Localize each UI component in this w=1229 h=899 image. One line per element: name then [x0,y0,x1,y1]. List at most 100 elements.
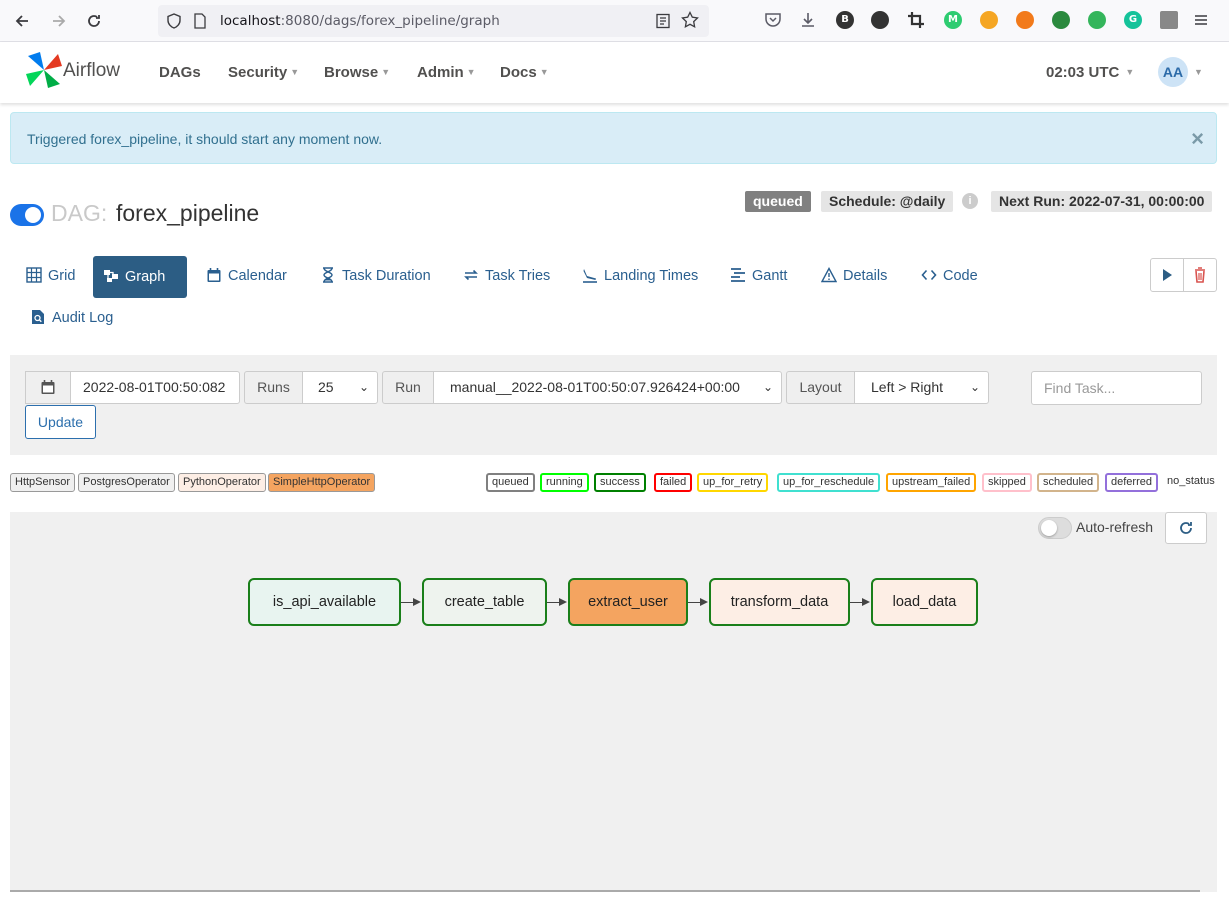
state-legend-item[interactable]: skipped [982,473,1032,492]
reader-view-icon[interactable] [655,13,671,29]
crop-extension-icon[interactable] [907,11,925,29]
state-legend-item[interactable]: queued [486,473,535,492]
menu-docs[interactable]: Docs ▼ [500,64,549,81]
pocket-icon[interactable] [764,11,782,29]
url-bar[interactable]: localhost:8080/dags/forex_pipeline/graph [158,5,709,37]
operator-legend-item[interactable]: SimpleHttpOperator [268,473,376,492]
task-node[interactable]: extract_user [568,578,688,626]
delete-dag-button[interactable] [1183,258,1217,292]
find-task-input[interactable] [1031,371,1202,405]
menu-browse[interactable]: Browse ▼ [324,64,390,81]
menu-dags[interactable]: DAGs [159,64,201,81]
task-node[interactable]: create_table [422,578,547,626]
chevron-down-icon: ⌄ [758,372,773,403]
tab-gantt[interactable]: Gantt [720,255,797,297]
brand-name[interactable]: Airflow [63,60,120,82]
grammarly-icon[interactable]: G [1124,11,1142,29]
airflow-logo-icon[interactable] [24,50,64,90]
arrow-right-icon [700,598,708,606]
next-run-badge: Next Run: 2022-07-31, 00:00:00 [991,191,1213,212]
run-select[interactable]: manual__2022-08-01T00:50:07.926424+00:00… [433,371,782,404]
gauge-extension-icon[interactable] [980,11,998,29]
calendar-icon [41,380,55,394]
base-date-input[interactable]: 2022-08-01T00:50:082 [70,371,240,404]
utc-clock[interactable]: 02:03 UTC ▼ [1046,64,1134,81]
page-info-icon[interactable] [192,13,208,29]
chevron-down-icon: ▼ [290,67,300,77]
state-legend-item[interactable]: deferred [1105,473,1158,492]
m-extension-icon[interactable]: M [944,11,962,29]
download-icon[interactable] [799,11,817,29]
state-legend-item[interactable]: failed [654,473,693,492]
play-icon [1163,269,1172,281]
chevron-down-icon: ▼ [539,67,549,77]
task-node[interactable]: transform_data [709,578,850,626]
state-legend-item[interactable]: no_status [1163,473,1219,492]
shield-extension-icon[interactable] [1088,11,1106,29]
user-avatar[interactable]: AA [1158,57,1188,87]
tab-graph[interactable]: Graph [93,256,187,298]
refresh-button[interactable] [1165,512,1207,544]
state-legend-item[interactable]: success [594,473,646,492]
repeat-icon [464,269,478,281]
menu-icon[interactable] [1192,11,1210,29]
calendar-icon [207,268,221,282]
state-legend-item[interactable]: running [540,473,589,492]
reload-icon[interactable] [82,9,106,33]
task-node[interactable]: load_data [871,578,978,626]
grid-extension-icon[interactable] [1160,11,1178,29]
layout-label: Layout [786,371,855,404]
state-legend-item[interactable]: up_for_retry [697,473,769,492]
b-extension-icon[interactable]: B [836,11,854,29]
state-legend-item[interactable]: up_for_reschedule [777,473,881,492]
tab-audit-log[interactable]: Audit Log [20,297,123,339]
operator-legend-item[interactable]: PostgresOperator [78,473,175,492]
state-legend-item[interactable]: upstream_failed [886,473,977,492]
trigger-dag-button[interactable] [1150,258,1184,292]
dag-graph-canvas[interactable] [10,512,1217,892]
update-button[interactable]: Update [25,405,96,439]
dag-pause-toggle[interactable] [10,204,44,226]
warning-triangle-icon [820,267,838,283]
layout-select[interactable]: Left > Right ⌄ [854,371,989,404]
tab-task-duration[interactable]: Task Duration [310,255,441,297]
run-label: Run [382,371,434,404]
bookmark-star-icon[interactable] [681,11,699,29]
a-extension-icon[interactable] [1016,11,1034,29]
tab-task-tries[interactable]: Task Tries [453,255,560,297]
operator-legend-item[interactable]: PythonOperator [178,473,266,492]
refresh-icon [1180,522,1192,534]
tab-details[interactable]: Details [811,255,897,297]
operator-legend-item[interactable]: HttpSensor [10,473,76,492]
runs-label: Runs [244,371,303,404]
dag-title: forex_pipeline [116,200,260,226]
menu-security[interactable]: Security ▼ [228,64,299,81]
info-icon[interactable]: i [962,193,978,209]
graph-icon [104,270,118,282]
tab-grid[interactable]: Grid [16,255,85,297]
timer-extension-icon[interactable] [1052,11,1070,29]
airflow-navbar: Airflow DAGs Security ▼ Browse ▼ Admin ▼ Do… [0,42,1229,103]
auto-refresh-toggle[interactable] [1038,517,1072,539]
tracking-shield-icon[interactable] [166,13,182,29]
forward-icon[interactable] [47,9,71,33]
task-node[interactable]: is_api_available [248,578,401,626]
dag-state-badge: queued [745,191,811,212]
state-legend-item[interactable]: scheduled [1037,473,1100,492]
chevron-down-icon[interactable]: ▼ [1194,67,1203,77]
back-icon[interactable] [10,9,34,33]
tab-landing-times[interactable]: Landing Times [572,255,708,297]
chevron-down-icon: ▼ [1125,67,1135,77]
file-search-icon [32,310,44,324]
close-icon[interactable]: × [1191,126,1204,152]
schedule-badge: Schedule: @daily [821,191,954,212]
base-date-calendar-button[interactable] [25,371,71,404]
tab-code[interactable]: Code [911,255,988,297]
chevron-down-icon: ⌄ [969,380,980,394]
menu-admin[interactable]: Admin ▼ [417,64,476,81]
tab-calendar[interactable]: Calendar [196,255,297,297]
dag-label: DAG: [51,200,108,226]
runs-select[interactable]: 25 ⌄ [302,371,378,404]
trash-icon [1195,267,1205,283]
circles-extension-icon[interactable] [871,11,889,29]
